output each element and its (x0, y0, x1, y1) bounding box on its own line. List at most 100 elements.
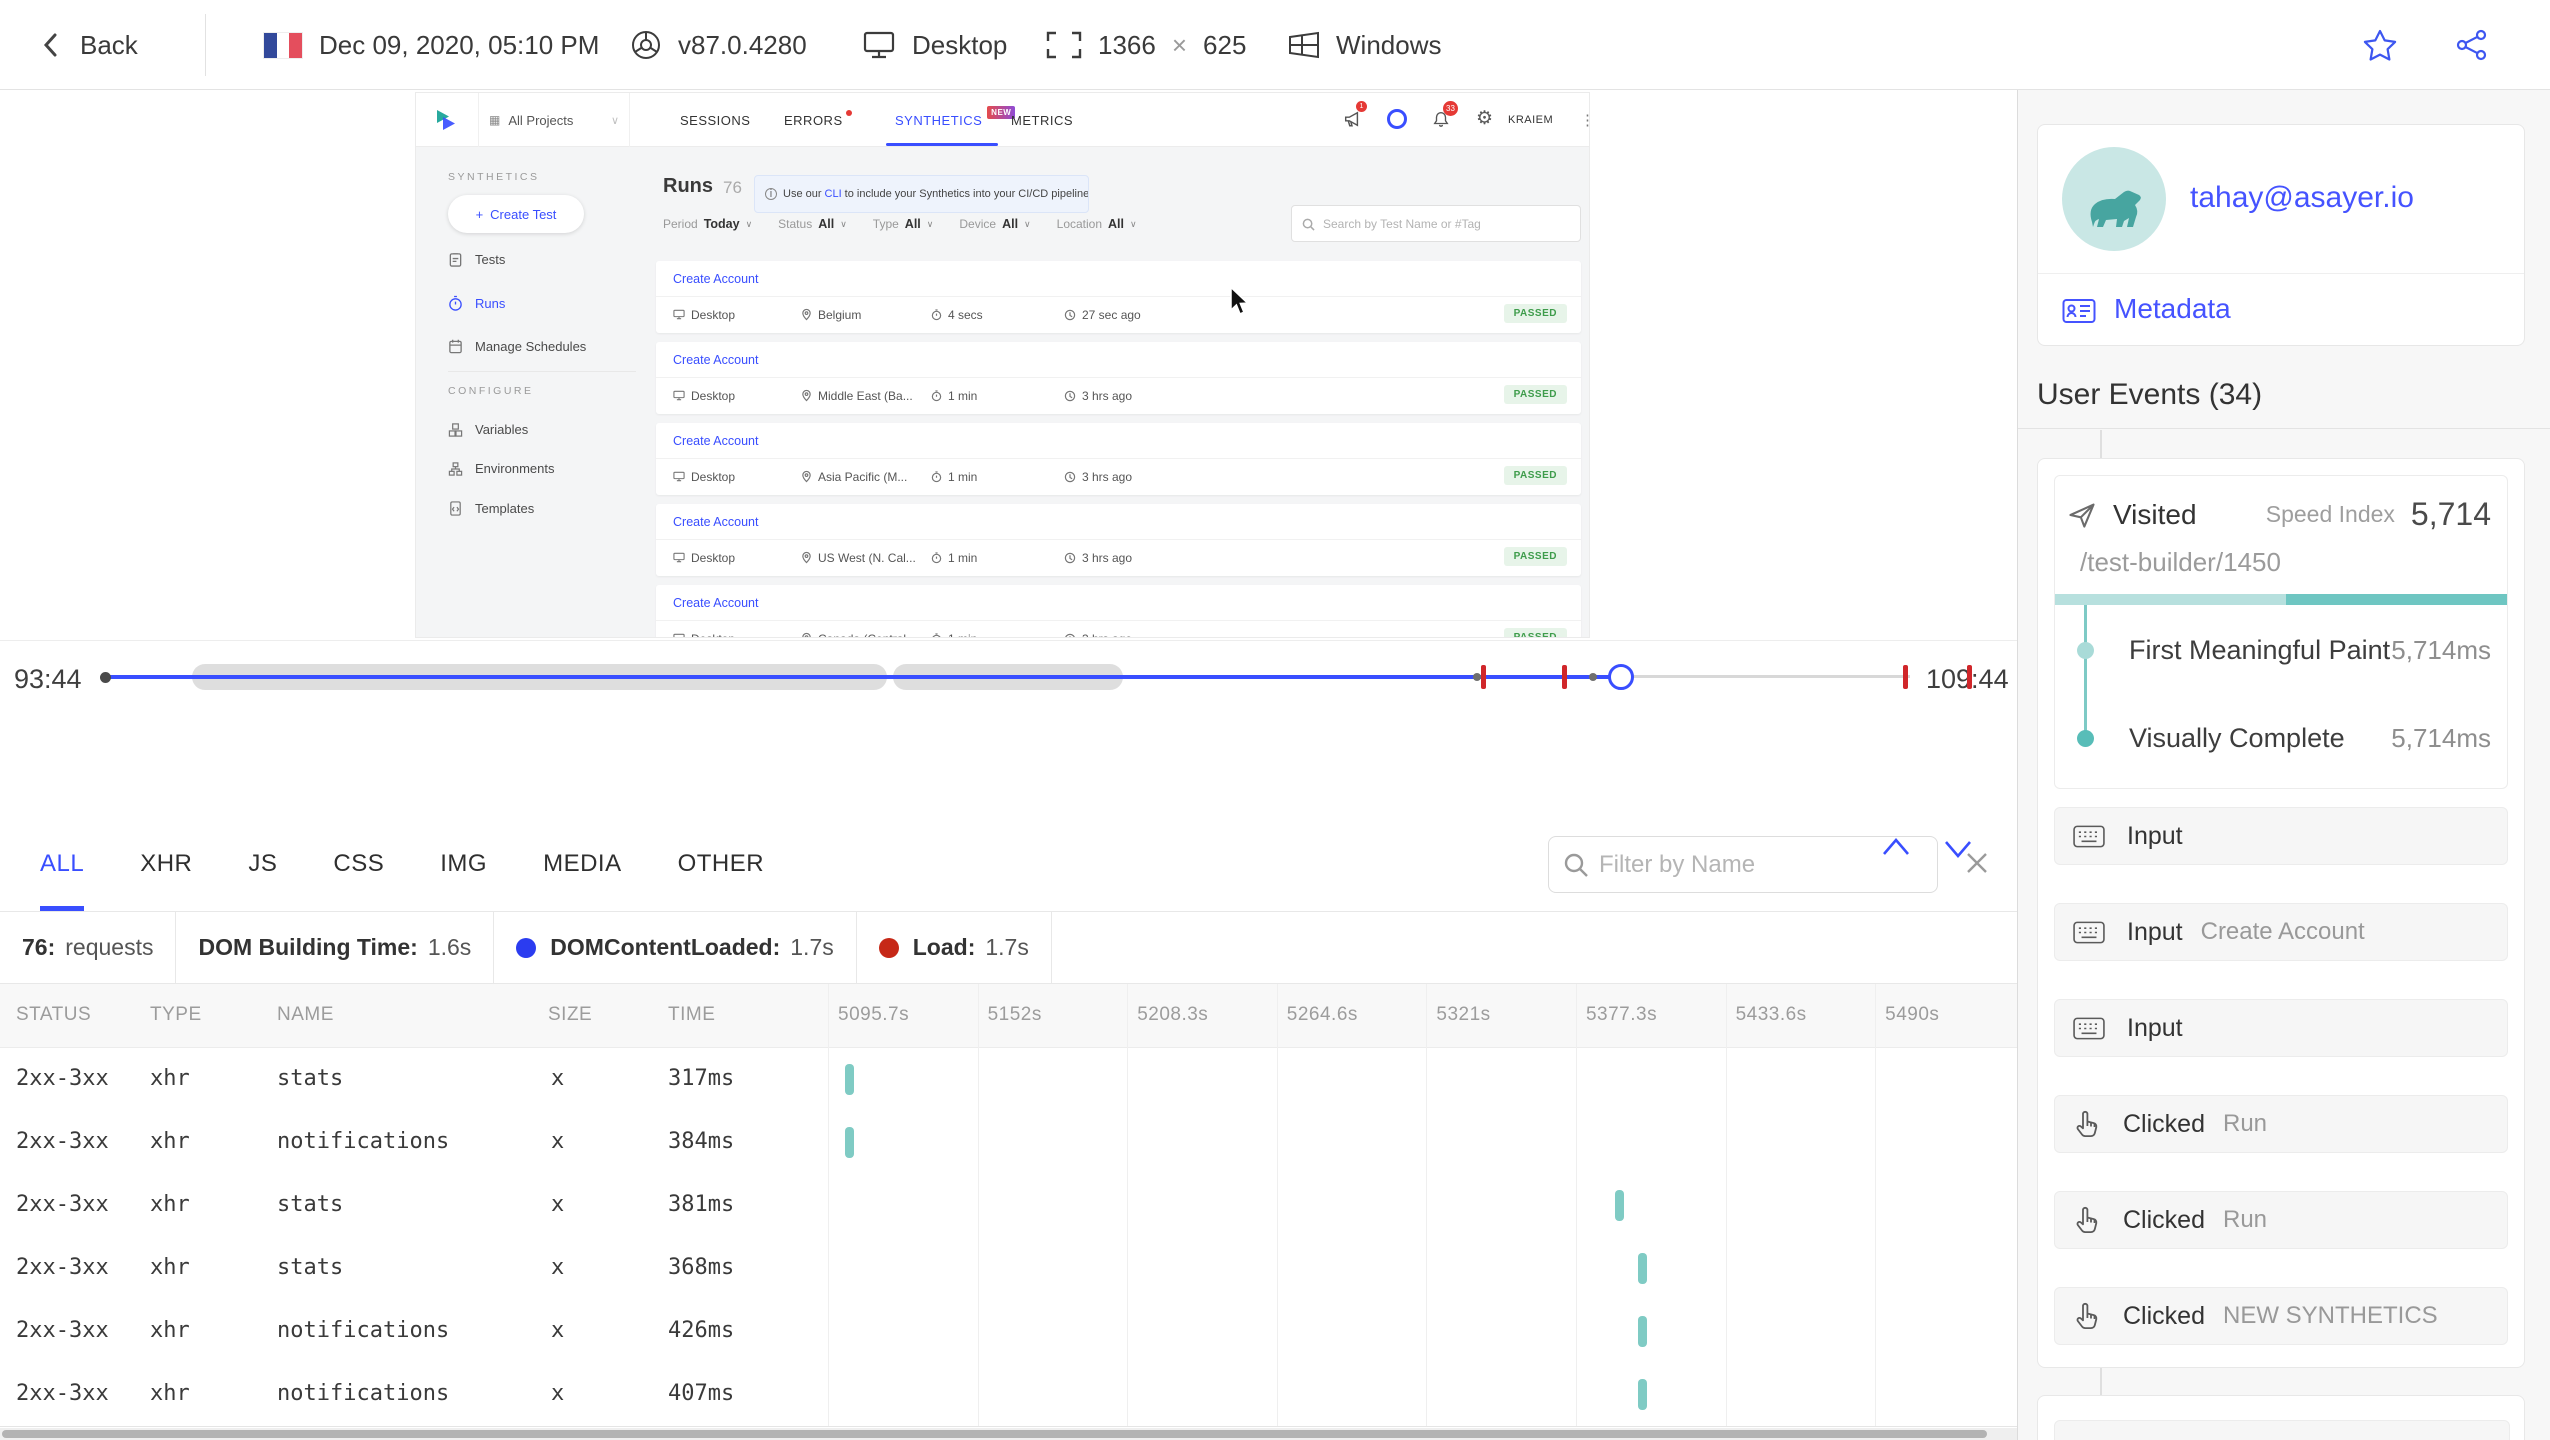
chevron-down-icon: ∨ (840, 218, 847, 229)
user-event-item[interactable]: Input (2054, 999, 2508, 1057)
timeline-track[interactable] (1621, 675, 1910, 678)
filter-dropdown: Status All ∨ (778, 217, 847, 231)
app-nav-metrics: METRICS (1011, 112, 1073, 128)
recorded-cursor-icon (1228, 286, 1252, 316)
divider (2038, 273, 2524, 274)
timeline-event-dot (1589, 673, 1597, 681)
progress-spinner-icon (1387, 109, 1407, 129)
kebab-menu-icon: ⋮ (1580, 111, 1589, 129)
metadata-button[interactable]: Metadata (2062, 293, 2231, 326)
timeline-playhead[interactable] (1608, 664, 1634, 690)
test-search-input: Search by Test Name or #Tag (1291, 205, 1581, 242)
chevron-up-button[interactable] (1878, 832, 1914, 864)
column-type[interactable]: TYPE (150, 1004, 202, 1026)
network-tab[interactable]: ALL (40, 816, 84, 911)
run-name-link: Create Account (673, 595, 759, 610)
app-user-name: KRAIEM (1508, 114, 1554, 126)
network-tab[interactable]: OTHER (678, 816, 765, 911)
plus-icon: + (475, 206, 484, 222)
top-bar: Back Dec 09, 2020, 05:10 PM v87.0.4280 D… (0, 0, 2550, 90)
active-nav-underline (886, 143, 998, 146)
chevron-down-button[interactable] (1940, 832, 1976, 864)
timeline-progress[interactable] (106, 675, 1621, 679)
waterfall-bar (1638, 1253, 1647, 1284)
run-time-ago: 27 sec ago (1064, 297, 1141, 332)
share-button[interactable] (2455, 0, 2489, 90)
network-request-row[interactable]: 2xx-3xx xhr stats x 368ms (0, 1237, 2017, 1300)
column-size[interactable]: SIZE (548, 1004, 592, 1026)
network-tab[interactable]: MEDIA (543, 816, 622, 911)
id-card-icon (2062, 293, 2096, 326)
pointer-hand-icon (2073, 1301, 2101, 1331)
chevron-left-icon (38, 30, 64, 60)
user-event-item[interactable]: Clicked Run (2054, 1095, 2508, 1153)
timeline-error-marker[interactable] (1481, 665, 1486, 689)
user-event-item[interactable] (2054, 1420, 2510, 1440)
column-name[interactable]: NAME (277, 1004, 334, 1026)
column-status[interactable]: STATUS (16, 1004, 91, 1026)
timeline-error-marker[interactable] (1903, 665, 1908, 689)
network-tab[interactable]: JS (248, 816, 277, 911)
resolution-info: 1366 × 625 (1046, 0, 1246, 90)
filter-dropdown: Device All ∨ (959, 217, 1031, 231)
resolution-sep: × (1171, 29, 1188, 60)
user-event-item[interactable]: Clicked Run (2054, 1191, 2508, 1249)
network-request-row[interactable]: 2xx-3xx xhr stats x 317ms (0, 1048, 2017, 1111)
back-button[interactable]: Back (38, 0, 138, 90)
chevron-down-icon: ∨ (926, 218, 934, 229)
network-request-row[interactable]: 2xx-3xx xhr notifications x 384ms (0, 1111, 2017, 1174)
chevron-down-icon: ∨ (1024, 218, 1031, 229)
chevron-down-icon: ∨ (1130, 218, 1137, 229)
search-icon (1563, 852, 1589, 878)
scrollbar-thumb[interactable] (2, 1430, 1987, 1438)
bell-badge: 33 (1443, 101, 1458, 116)
network-request-row[interactable]: 2xx-3xx xhr stats x 381ms (0, 1174, 2017, 1237)
sidebar-item-tests: Tests (448, 251, 505, 268)
network-request-row[interactable]: 2xx-3xx xhr notifications x 426ms (0, 1300, 2017, 1363)
network-request-row[interactable]: 2xx-3xx xhr notifications x 407ms (0, 1363, 2017, 1426)
favorite-button[interactable] (2362, 0, 2398, 90)
network-tab[interactable]: XHR (140, 816, 192, 911)
timeline-error-marker[interactable] (1967, 665, 1972, 689)
navigate-icon (2067, 501, 2097, 529)
network-tab[interactable]: IMG (440, 816, 487, 911)
resolution-y: 625 (1203, 29, 1247, 60)
time-column-label: 5152s (987, 1004, 1042, 1025)
os-label: Windows (1336, 29, 1442, 60)
announcements-icon (1343, 110, 1361, 128)
column-time[interactable]: TIME (668, 1004, 715, 1026)
waterfall-bar (1615, 1190, 1624, 1221)
browser-version: v87.0.4280 (678, 29, 807, 60)
run-card: Create Account Desktop Middle East (Ba..… (656, 342, 1581, 414)
timeline-error-marker[interactable] (1562, 665, 1567, 689)
filter-by-name-input[interactable] (1599, 850, 1899, 879)
session-date: Dec 09, 2020, 05:10 PM (263, 0, 599, 90)
sidebar-section-synthetics: SYNTHETICS (448, 171, 540, 183)
back-label: Back (80, 29, 138, 60)
network-table-header: STATUS TYPE NAME SIZE TIME 5095.7s 5152s 5… (0, 984, 2017, 1048)
visited-event-card[interactable]: Visited Speed Index 5,714 /test-builder/… (2054, 475, 2508, 789)
timeline-start-dot (100, 672, 111, 683)
network-tab[interactable]: CSS (333, 816, 384, 911)
request-navigation (1878, 832, 1976, 864)
run-device: Desktop (673, 459, 735, 494)
replay-stage[interactable]: ▦ All Projects ∨ SESSIONS ERRORS SYNTHET… (0, 90, 2017, 640)
user-event-item[interactable]: Clicked NEW SYNTHETICS (2054, 1287, 2508, 1345)
summary-cell: 76: requests (0, 912, 177, 983)
grid-icon: ▦ (489, 113, 501, 127)
fmp-dot (2077, 642, 2094, 659)
session-sidebar: tahay@asayer.io Metadata User Events (34… (2017, 90, 2550, 1440)
metric-connector-line (2084, 605, 2087, 738)
waterfall-bar (1638, 1316, 1647, 1347)
run-device: Desktop (673, 378, 735, 413)
run-time-ago: 3 hrs ago (1064, 378, 1132, 413)
run-duration: 1 min (931, 540, 977, 575)
run-name-link: Create Account (673, 514, 759, 529)
run-time-ago: 3 hrs ago (1064, 459, 1132, 494)
user-event-item[interactable]: Input (2054, 807, 2508, 865)
clipboard-icon (448, 251, 463, 268)
vc-label: Visually Complete (2129, 723, 2345, 753)
summary-cell: DOMContentLoaded: 1.7s (494, 912, 857, 983)
user-event-item[interactable]: Input Create Account (2054, 903, 2508, 961)
sitemap-icon (448, 460, 463, 477)
